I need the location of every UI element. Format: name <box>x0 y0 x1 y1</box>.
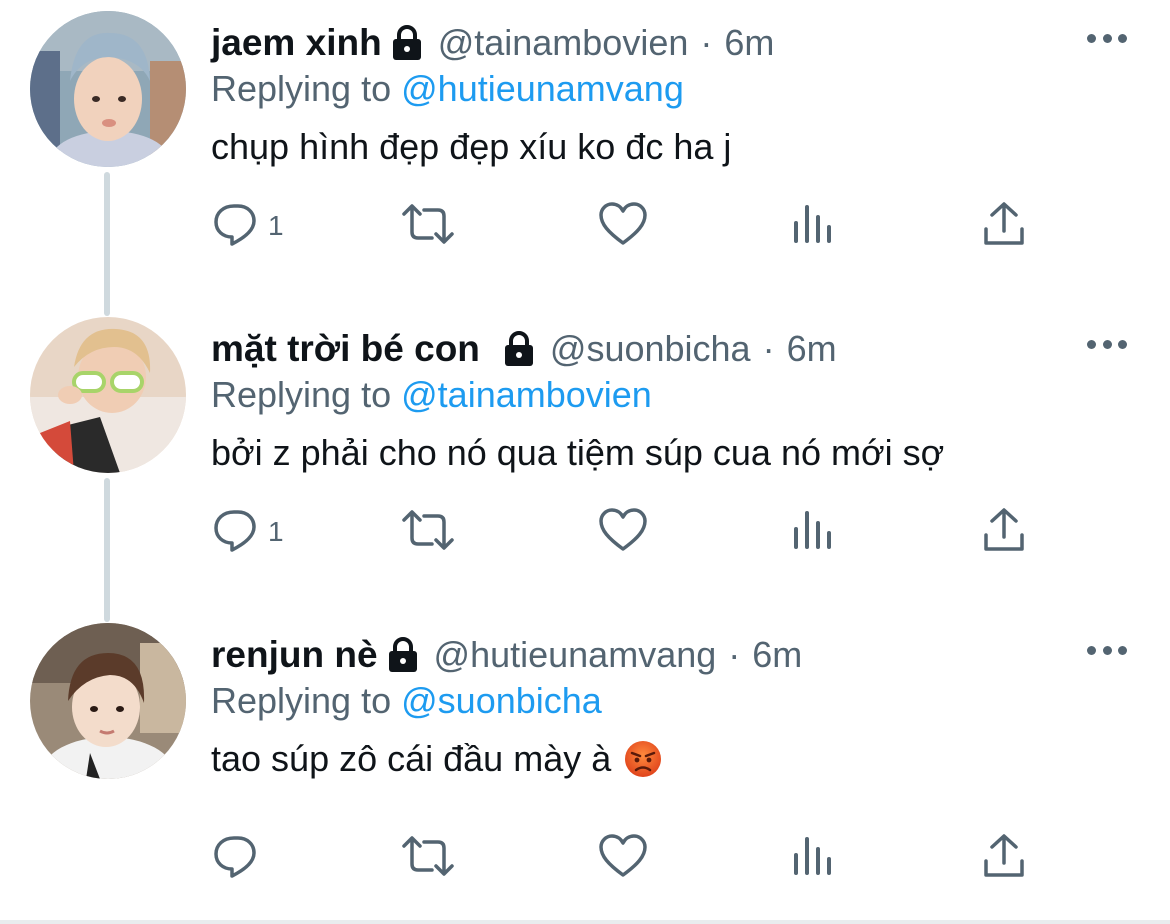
tweet-item[interactable]: jaem xinh @tainambovien · 6m Replying to… <box>0 0 1170 306</box>
meta-separator: · <box>700 22 713 63</box>
avatar[interactable] <box>30 317 186 473</box>
retweet-button[interactable] <box>400 832 456 884</box>
share-button[interactable] <box>982 200 1026 252</box>
reply-button[interactable] <box>212 832 268 884</box>
reply-count: 1 <box>268 516 284 547</box>
replying-label: Replying to <box>211 374 392 415</box>
analytics-icon <box>792 201 834 252</box>
timestamp[interactable]: 6m <box>724 22 774 64</box>
replying-to: Replying to @hutieunamvang <box>211 68 684 110</box>
timestamp[interactable]: 6m <box>752 634 802 676</box>
replying-label: Replying to <box>211 680 392 721</box>
retweet-icon <box>400 200 456 253</box>
bottom-divider <box>0 920 1170 924</box>
avatar[interactable] <box>30 623 186 779</box>
tweet-actions <box>212 832 1052 884</box>
analytics-icon <box>792 507 834 558</box>
lock-icon <box>502 331 536 367</box>
user-handle[interactable]: @hutieunamvang <box>434 634 717 676</box>
share-icon <box>982 507 1026 558</box>
more-icon[interactable] <box>1087 332 1127 356</box>
tweet-actions: 1 <box>212 200 1052 252</box>
tweet-text: tao súp zô cái đầu mày à <box>211 738 612 779</box>
tweet-text: chụp hình đẹp đẹp xíu ko đc ha j <box>211 126 732 167</box>
like-button[interactable] <box>598 200 648 252</box>
user-handle[interactable]: @suonbicha <box>550 328 751 370</box>
share-icon <box>982 201 1026 252</box>
lock-icon <box>390 25 424 61</box>
meta-separator: · <box>728 634 741 675</box>
tweet-header: mặt trời bé con @suonbicha · 6m <box>211 324 837 374</box>
reply-icon <box>212 506 260 559</box>
reply-button[interactable]: 1 <box>212 200 284 252</box>
analytics-button[interactable] <box>792 200 834 252</box>
timestamp[interactable]: 6m <box>787 328 837 370</box>
replying-to: Replying to @suonbicha <box>211 680 602 722</box>
analytics-button[interactable] <box>792 832 834 884</box>
retweet-button[interactable] <box>400 506 456 558</box>
tweet-content: tao súp zô cái đầu mày à <box>211 738 663 780</box>
like-icon <box>598 201 648 252</box>
replying-label: Replying to <box>211 68 392 109</box>
more-icon[interactable] <box>1087 26 1127 50</box>
display-name[interactable]: mặt trời bé con <box>211 328 480 370</box>
like-icon <box>598 833 648 884</box>
tweet-item[interactable]: mặt trời bé con @suonbicha · 6m Replying… <box>0 306 1170 612</box>
angry-face-emoji <box>623 739 663 779</box>
analytics-icon <box>792 833 834 884</box>
like-button[interactable] <box>598 832 648 884</box>
analytics-button[interactable] <box>792 506 834 558</box>
replying-to-link[interactable]: @suonbicha <box>401 680 602 721</box>
retweet-icon <box>400 832 456 885</box>
like-button[interactable] <box>598 506 648 558</box>
retweet-button[interactable] <box>400 200 456 252</box>
display-name[interactable]: jaem xinh <box>211 22 382 64</box>
display-name[interactable]: renjun nè <box>211 634 378 676</box>
meta-separator: · <box>762 328 775 369</box>
share-button[interactable] <box>982 832 1026 884</box>
avatar[interactable] <box>30 11 186 167</box>
lock-icon <box>386 637 420 673</box>
replying-to: Replying to @tainambovien <box>211 374 652 416</box>
reply-button[interactable]: 1 <box>212 506 284 558</box>
more-icon[interactable] <box>1087 638 1127 662</box>
tweet-text: bởi z phải cho nó qua tiệm súp cua nó mớ… <box>211 432 945 473</box>
reply-count: 1 <box>268 210 284 241</box>
user-handle[interactable]: @tainambovien <box>438 22 689 64</box>
replying-to-link[interactable]: @hutieunamvang <box>401 68 684 109</box>
tweet-item[interactable]: renjun nè @hutieunamvang · 6m Replying t… <box>0 612 1170 918</box>
tweet-header: jaem xinh @tainambovien · 6m <box>211 18 774 68</box>
share-button[interactable] <box>982 506 1026 558</box>
replying-to-link[interactable]: @tainambovien <box>401 374 652 415</box>
reply-icon <box>212 832 260 885</box>
reply-icon <box>212 200 260 253</box>
tweet-actions: 1 <box>212 506 1052 558</box>
like-icon <box>598 507 648 558</box>
retweet-icon <box>400 506 456 559</box>
tweet-header: renjun nè @hutieunamvang · 6m <box>211 630 802 680</box>
share-icon <box>982 833 1026 884</box>
